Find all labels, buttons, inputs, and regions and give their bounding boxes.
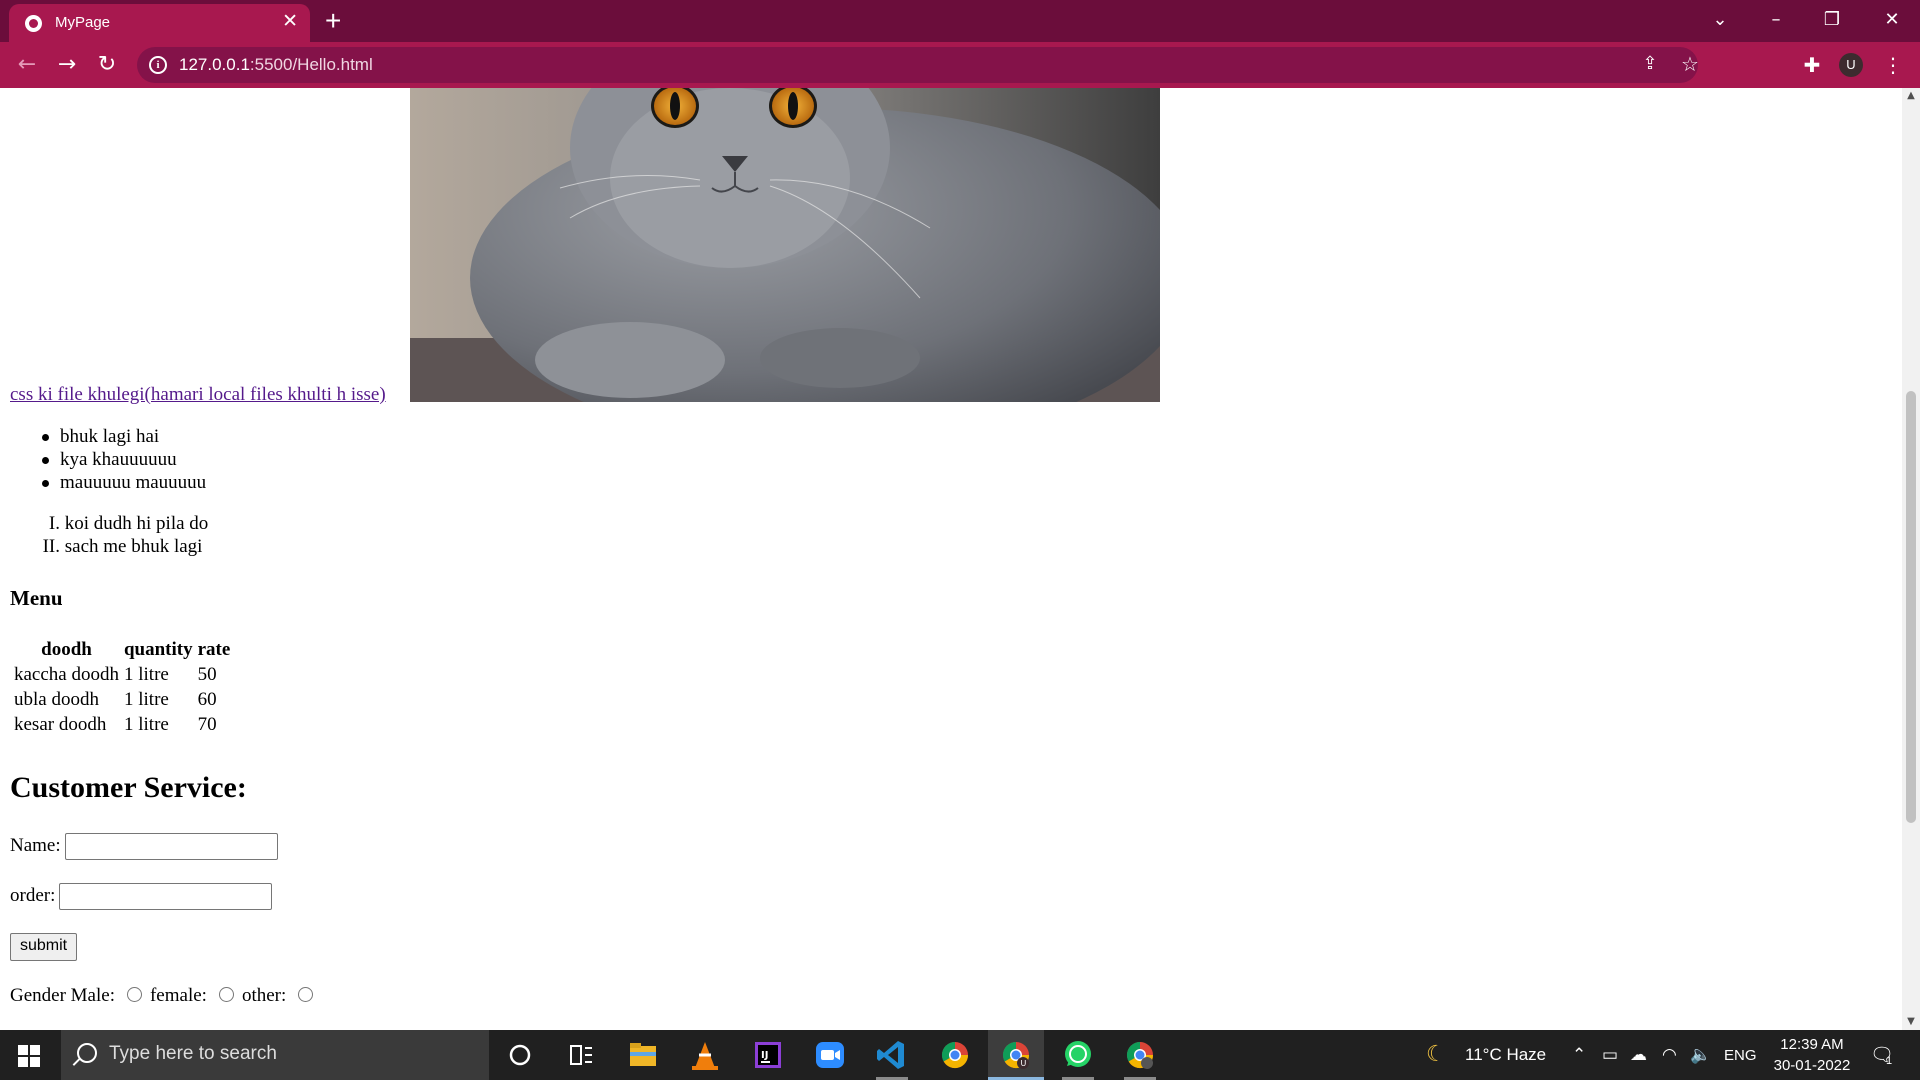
name-label: Name: bbox=[10, 834, 61, 856]
list-item: mauuuuu mauuuuu bbox=[41, 472, 207, 493]
file-explorer-icon[interactable] bbox=[615, 1030, 671, 1080]
male-radio[interactable] bbox=[126, 987, 142, 1003]
scroll-up-arrow-icon[interactable]: ▲ bbox=[1902, 88, 1920, 104]
windows-taskbar: Type here to search IJ U ☾ 11°C Haze ⌃ ▭… bbox=[0, 1030, 1920, 1080]
svg-text:U: U bbox=[1021, 1059, 1027, 1068]
scrollbar-thumb[interactable] bbox=[1906, 391, 1916, 823]
numbered-list: I. koi dudh hi pila do II. sach me bhuk … bbox=[10, 512, 209, 558]
gender-row: Gender Male: female: other: bbox=[10, 985, 321, 1007]
order-row: order: bbox=[10, 883, 273, 910]
female-label: female: bbox=[149, 985, 207, 1006]
weather-text[interactable]: 11°C Haze bbox=[1465, 1045, 1546, 1065]
tab-search-icon[interactable]: ⌄ bbox=[1700, 5, 1740, 35]
language-indicator[interactable]: ENG bbox=[1724, 1047, 1757, 1064]
table-cell: 1 litre bbox=[123, 664, 169, 685]
tray-chevron-up-icon[interactable]: ⌃ bbox=[1572, 1045, 1586, 1065]
chrome-icon[interactable] bbox=[927, 1030, 983, 1080]
table-cell: kaccha doodh bbox=[14, 664, 119, 685]
cat-image bbox=[410, 88, 1160, 402]
clock-date: 30-01-2022 bbox=[1773, 1057, 1851, 1074]
globe-icon bbox=[25, 15, 42, 32]
vlc-icon[interactable] bbox=[677, 1030, 733, 1080]
name-row: Name: bbox=[10, 833, 278, 860]
bullet-list: bhuk lagi hai kya khauuuuuu mauuuuu mauu… bbox=[41, 425, 207, 494]
css-file-link[interactable]: css ki file khulegi(hamari local files k… bbox=[10, 384, 386, 406]
table-cell: 1 litre bbox=[123, 689, 169, 710]
cortana-icon[interactable] bbox=[492, 1030, 548, 1080]
minimize-button[interactable]: – bbox=[1756, 5, 1796, 35]
volume-icon[interactable]: 🔈 bbox=[1690, 1045, 1711, 1065]
intellij-icon[interactable]: IJ bbox=[740, 1030, 796, 1080]
submit-button[interactable]: submit bbox=[10, 933, 78, 961]
order-label: order: bbox=[10, 884, 56, 906]
vscode-icon[interactable] bbox=[864, 1030, 920, 1080]
new-tab-button[interactable]: + bbox=[325, 5, 341, 37]
female-radio[interactable] bbox=[218, 987, 234, 1003]
table-cell: 50 bbox=[197, 664, 217, 685]
browser-tab[interactable]: MyPage ✕ bbox=[9, 4, 310, 42]
table-cell: 70 bbox=[197, 714, 217, 735]
vertical-scrollbar[interactable]: ▲ ▼ bbox=[1902, 88, 1920, 1030]
search-placeholder: Type here to search bbox=[109, 1043, 277, 1064]
table-cell: kesar doodh bbox=[14, 714, 107, 735]
notification-count: 1 bbox=[1886, 1055, 1893, 1067]
other-label: other: bbox=[241, 985, 287, 1006]
browser-toolbar: ← → ↻ i 127.0.0.1:5500/Hello.html ⇪ ☆ ✚ … bbox=[0, 42, 1920, 88]
forward-arrow-icon[interactable]: → bbox=[52, 50, 82, 80]
battery-icon[interactable]: ▭ bbox=[1602, 1045, 1618, 1065]
back-arrow-icon[interactable]: ← bbox=[12, 50, 42, 80]
close-window-button[interactable]: ✕ bbox=[1872, 5, 1912, 35]
chrome-profile-icon[interactable]: U bbox=[988, 1030, 1044, 1080]
table-cell: ubla doodh bbox=[14, 689, 99, 710]
table-cell: 1 litre bbox=[123, 714, 169, 735]
share-icon[interactable]: ⇪ bbox=[1635, 50, 1665, 78]
extensions-puzzle-icon[interactable]: ✚ bbox=[1797, 51, 1827, 79]
reload-icon[interactable]: ↻ bbox=[92, 50, 122, 80]
tab-strip: MyPage ✕ + ⌄ – ❐ ✕ bbox=[0, 0, 1920, 42]
windows-start-icon[interactable] bbox=[18, 1045, 40, 1067]
list-item: bhuk lagi hai bbox=[41, 425, 206, 448]
table-row: kaccha doodh 1 litre 50 bbox=[13, 664, 231, 686]
clock[interactable]: 12:39 AM 30-01-2022 bbox=[1762, 1034, 1862, 1076]
column-header: doodh bbox=[41, 639, 92, 660]
column-header: quantity bbox=[123, 639, 193, 660]
order-input[interactable] bbox=[59, 883, 273, 910]
name-input[interactable] bbox=[64, 833, 278, 860]
clock-time: 12:39 AM bbox=[1780, 1036, 1844, 1053]
wifi-icon[interactable]: ◠ bbox=[1662, 1045, 1677, 1065]
scroll-down-arrow-icon[interactable]: ▼ bbox=[1902, 1014, 1920, 1030]
whatsapp-icon[interactable] bbox=[1050, 1030, 1106, 1080]
table-header-row: doodh quantity rate bbox=[13, 639, 231, 661]
search-icon bbox=[77, 1043, 97, 1063]
table-row: kesar doodh 1 litre 70 bbox=[13, 714, 231, 736]
taskbar-search-box[interactable]: Type here to search bbox=[61, 1030, 489, 1080]
chrome-alt-profile-icon[interactable] bbox=[1112, 1030, 1168, 1080]
svg-text:IJ: IJ bbox=[761, 1050, 768, 1061]
tab-title: MyPage bbox=[55, 14, 111, 31]
table-row: ubla doodh 1 litre 60 bbox=[13, 689, 231, 711]
weather-moon-icon[interactable]: ☾ bbox=[1426, 1041, 1446, 1067]
url-text[interactable]: 127.0.0.1:5500/Hello.html bbox=[179, 55, 373, 75]
menu-heading: Menu bbox=[10, 586, 63, 610]
column-header: rate bbox=[197, 639, 231, 660]
menu-kebab-icon[interactable]: ⋮ bbox=[1878, 51, 1908, 79]
other-radio[interactable] bbox=[298, 987, 314, 1003]
restore-button[interactable]: ❐ bbox=[1812, 5, 1852, 35]
zoom-icon[interactable] bbox=[802, 1030, 858, 1080]
close-tab-icon[interactable]: ✕ bbox=[282, 10, 298, 34]
menu-table: doodh quantity rate kaccha doodh 1 litre… bbox=[10, 636, 234, 739]
table-cell: 60 bbox=[197, 689, 217, 710]
site-info-icon[interactable]: i bbox=[149, 56, 167, 74]
address-bar[interactable]: i 127.0.0.1:5500/Hello.html ⇪ ☆ bbox=[137, 47, 1699, 83]
page-viewport: css ki file khulegi(hamari local files k… bbox=[0, 88, 1902, 1030]
list-item: I. koi dudh hi pila do bbox=[48, 513, 209, 534]
list-item: II. sach me bhuk lagi bbox=[42, 536, 203, 557]
bookmark-star-icon[interactable]: ☆ bbox=[1675, 50, 1705, 78]
task-view-icon[interactable] bbox=[552, 1030, 608, 1080]
onedrive-cloud-icon[interactable]: ☁ bbox=[1630, 1045, 1647, 1065]
profile-avatar[interactable]: U bbox=[1839, 53, 1863, 77]
gender-male-label: Gender Male: bbox=[10, 985, 115, 1006]
list-item: kya khauuuuuu bbox=[41, 448, 206, 471]
customer-service-heading: Customer Service: bbox=[10, 771, 247, 804]
